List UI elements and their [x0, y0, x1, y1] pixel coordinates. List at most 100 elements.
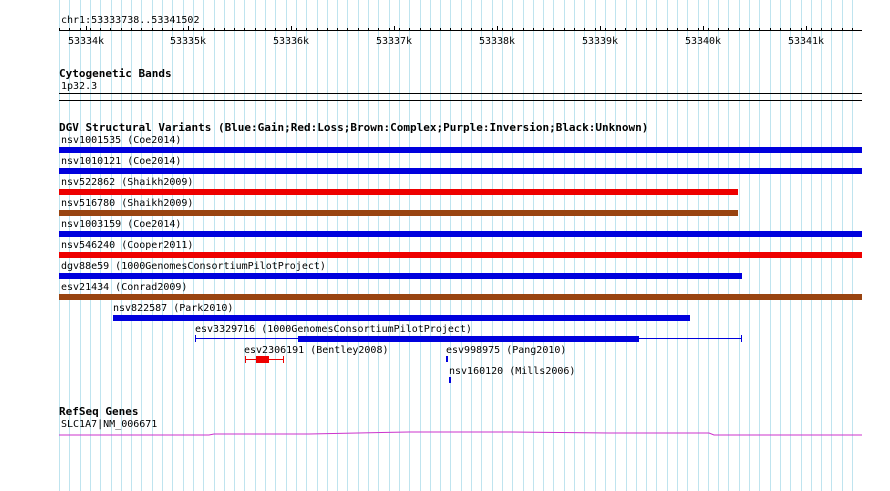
ruler-minor-tick [327, 28, 328, 30]
dgv-feature-label[interactable]: nsv516780 (Shaikh2009) [61, 198, 193, 209]
ruler-tick-label: 53340k [684, 36, 722, 47]
ruler-minor-tick [708, 28, 709, 30]
ruler-minor-tick [533, 28, 534, 30]
dgv-feature-bar-gain[interactable] [59, 168, 862, 174]
ruler-minor-tick [780, 28, 781, 30]
dgv-feature-bar-gain[interactable] [113, 315, 690, 321]
dgv-feature-end-cap [283, 356, 284, 363]
dgv-feature-end-cap [741, 335, 742, 342]
ruler-tick-label: 53335k [169, 36, 207, 47]
dgv-track-title[interactable]: DGV Structural Variants (Blue:Gain;Red:L… [59, 122, 648, 134]
ruler-minor-tick [831, 28, 832, 30]
dgv-feature-label[interactable]: nsv522862 (Shaikh2009) [61, 177, 193, 188]
ruler-minor-tick [193, 28, 194, 30]
ruler-minor-tick [121, 28, 122, 30]
ruler-minor-tick [481, 28, 482, 30]
ruler-tick [86, 26, 87, 31]
dgv-feature-bar-gain[interactable] [59, 231, 862, 237]
ruler-minor-tick [368, 28, 369, 30]
ruler-minor-tick [790, 28, 791, 30]
dgv-feature-bar-loss[interactable] [59, 252, 862, 258]
ruler-minor-tick [553, 28, 554, 30]
ruler-minor-tick [502, 28, 503, 30]
dgv-feature-bar-complex[interactable] [59, 294, 862, 300]
ruler-coordinates: chr1:53333738..53341502 [61, 15, 200, 26]
ruler-minor-tick [244, 28, 245, 30]
ruler-minor-tick [306, 28, 307, 30]
ruler-minor-tick [492, 28, 493, 30]
ruler-minor-tick [286, 28, 287, 30]
dgv-feature-bar-gain[interactable] [59, 273, 742, 279]
ruler-minor-tick [265, 28, 266, 30]
ruler-minor-tick [574, 28, 575, 30]
dgv-feature-label[interactable]: esv2306191 (Bentley2008) [244, 345, 389, 356]
ruler-minor-tick [317, 28, 318, 30]
ruler-minor-tick [141, 28, 142, 30]
ruler-minor-tick [667, 28, 668, 30]
dgv-feature-label[interactable]: nsv1001535 (Coe2014) [61, 135, 181, 146]
dgv-feature-label[interactable]: esv21434 (Conrad2009) [61, 282, 187, 293]
ruler-minor-tick [461, 28, 462, 30]
dgv-feature-label[interactable]: nsv160120 (Mills2006) [449, 366, 575, 377]
ruler-minor-tick [214, 28, 215, 30]
dgv-feature-end-cap [245, 356, 246, 363]
dgv-feature-label[interactable]: esv998975 (Pang2010) [446, 345, 566, 356]
ruler-minor-tick [718, 28, 719, 30]
ruler-tick [291, 26, 292, 31]
dgv-feature-bar-gain[interactable] [59, 147, 862, 153]
ruler-minor-tick [821, 28, 822, 30]
ruler-minor-tick [852, 28, 853, 30]
ruler-axis [59, 30, 862, 31]
dgv-feature-label[interactable]: nsv822587 (Park2010) [113, 303, 233, 314]
ruler-tick-label: 53334k [67, 36, 105, 47]
dgv-feature-bar-complex[interactable] [59, 210, 738, 216]
ruler-minor-tick [564, 28, 565, 30]
ruler-minor-tick [811, 28, 812, 30]
dgv-feature-bar-loss[interactable] [256, 356, 269, 363]
ruler-minor-tick [255, 28, 256, 30]
ruler-minor-tick [203, 28, 204, 30]
ruler-minor-tick [172, 28, 173, 30]
dgv-feature-label[interactable]: dgv88e59 (1000GenomesConsortiumPilotProj… [61, 261, 326, 272]
ruler-minor-tick [80, 28, 81, 30]
ruler-minor-tick [399, 28, 400, 30]
dgv-feature-label[interactable]: nsv1003159 (Coe2014) [61, 219, 181, 230]
ruler-minor-tick [337, 28, 338, 30]
ruler-minor-tick [749, 28, 750, 30]
ruler-minor-tick [595, 28, 596, 30]
ruler-minor-tick [605, 28, 606, 30]
dgv-feature-bar-loss[interactable] [59, 189, 738, 195]
ruler-minor-tick [615, 28, 616, 30]
dgv-feature-bar-gain[interactable] [449, 377, 451, 383]
ruler-minor-tick [677, 28, 678, 30]
ruler-minor-tick [100, 28, 101, 30]
dgv-feature-bar-gain[interactable] [298, 336, 639, 342]
ruler-minor-tick [224, 28, 225, 30]
ruler-minor-tick [625, 28, 626, 30]
ruler-minor-tick [69, 28, 70, 30]
ruler-minor-tick [471, 28, 472, 30]
ruler-minor-tick [698, 28, 699, 30]
ruler-minor-tick [183, 28, 184, 30]
ruler-minor-tick [759, 28, 760, 30]
ruler-minor-tick [687, 28, 688, 30]
ruler-minor-tick [131, 28, 132, 30]
ruler-minor-tick [347, 28, 348, 30]
ruler-tick [497, 26, 498, 31]
dgv-feature-label[interactable]: nsv546240 (Cooper2011) [61, 240, 193, 251]
ruler-minor-tick [430, 28, 431, 30]
ruler-tick [703, 26, 704, 31]
dgv-feature-bar-gain[interactable] [446, 356, 448, 362]
refseq-gene-line[interactable] [59, 425, 862, 441]
ruler-minor-tick [770, 28, 771, 30]
dgv-feature-label[interactable]: nsv1010121 (Coe2014) [61, 156, 181, 167]
cytoband-label[interactable]: 1p32.3 [61, 81, 97, 92]
ruler-tick-label: 53336k [272, 36, 310, 47]
cytoband-track-title[interactable]: Cytogenetic Bands [59, 68, 172, 80]
dgv-feature-end-cap [195, 335, 196, 342]
refseq-track-title[interactable]: RefSeq Genes [59, 406, 138, 418]
dgv-feature-label[interactable]: esv3329716 (1000GenomesConsortiumPilotPr… [195, 324, 472, 335]
ruler-tick [188, 26, 189, 31]
ruler-minor-tick [450, 28, 451, 30]
ruler-tick-label: 53337k [375, 36, 413, 47]
